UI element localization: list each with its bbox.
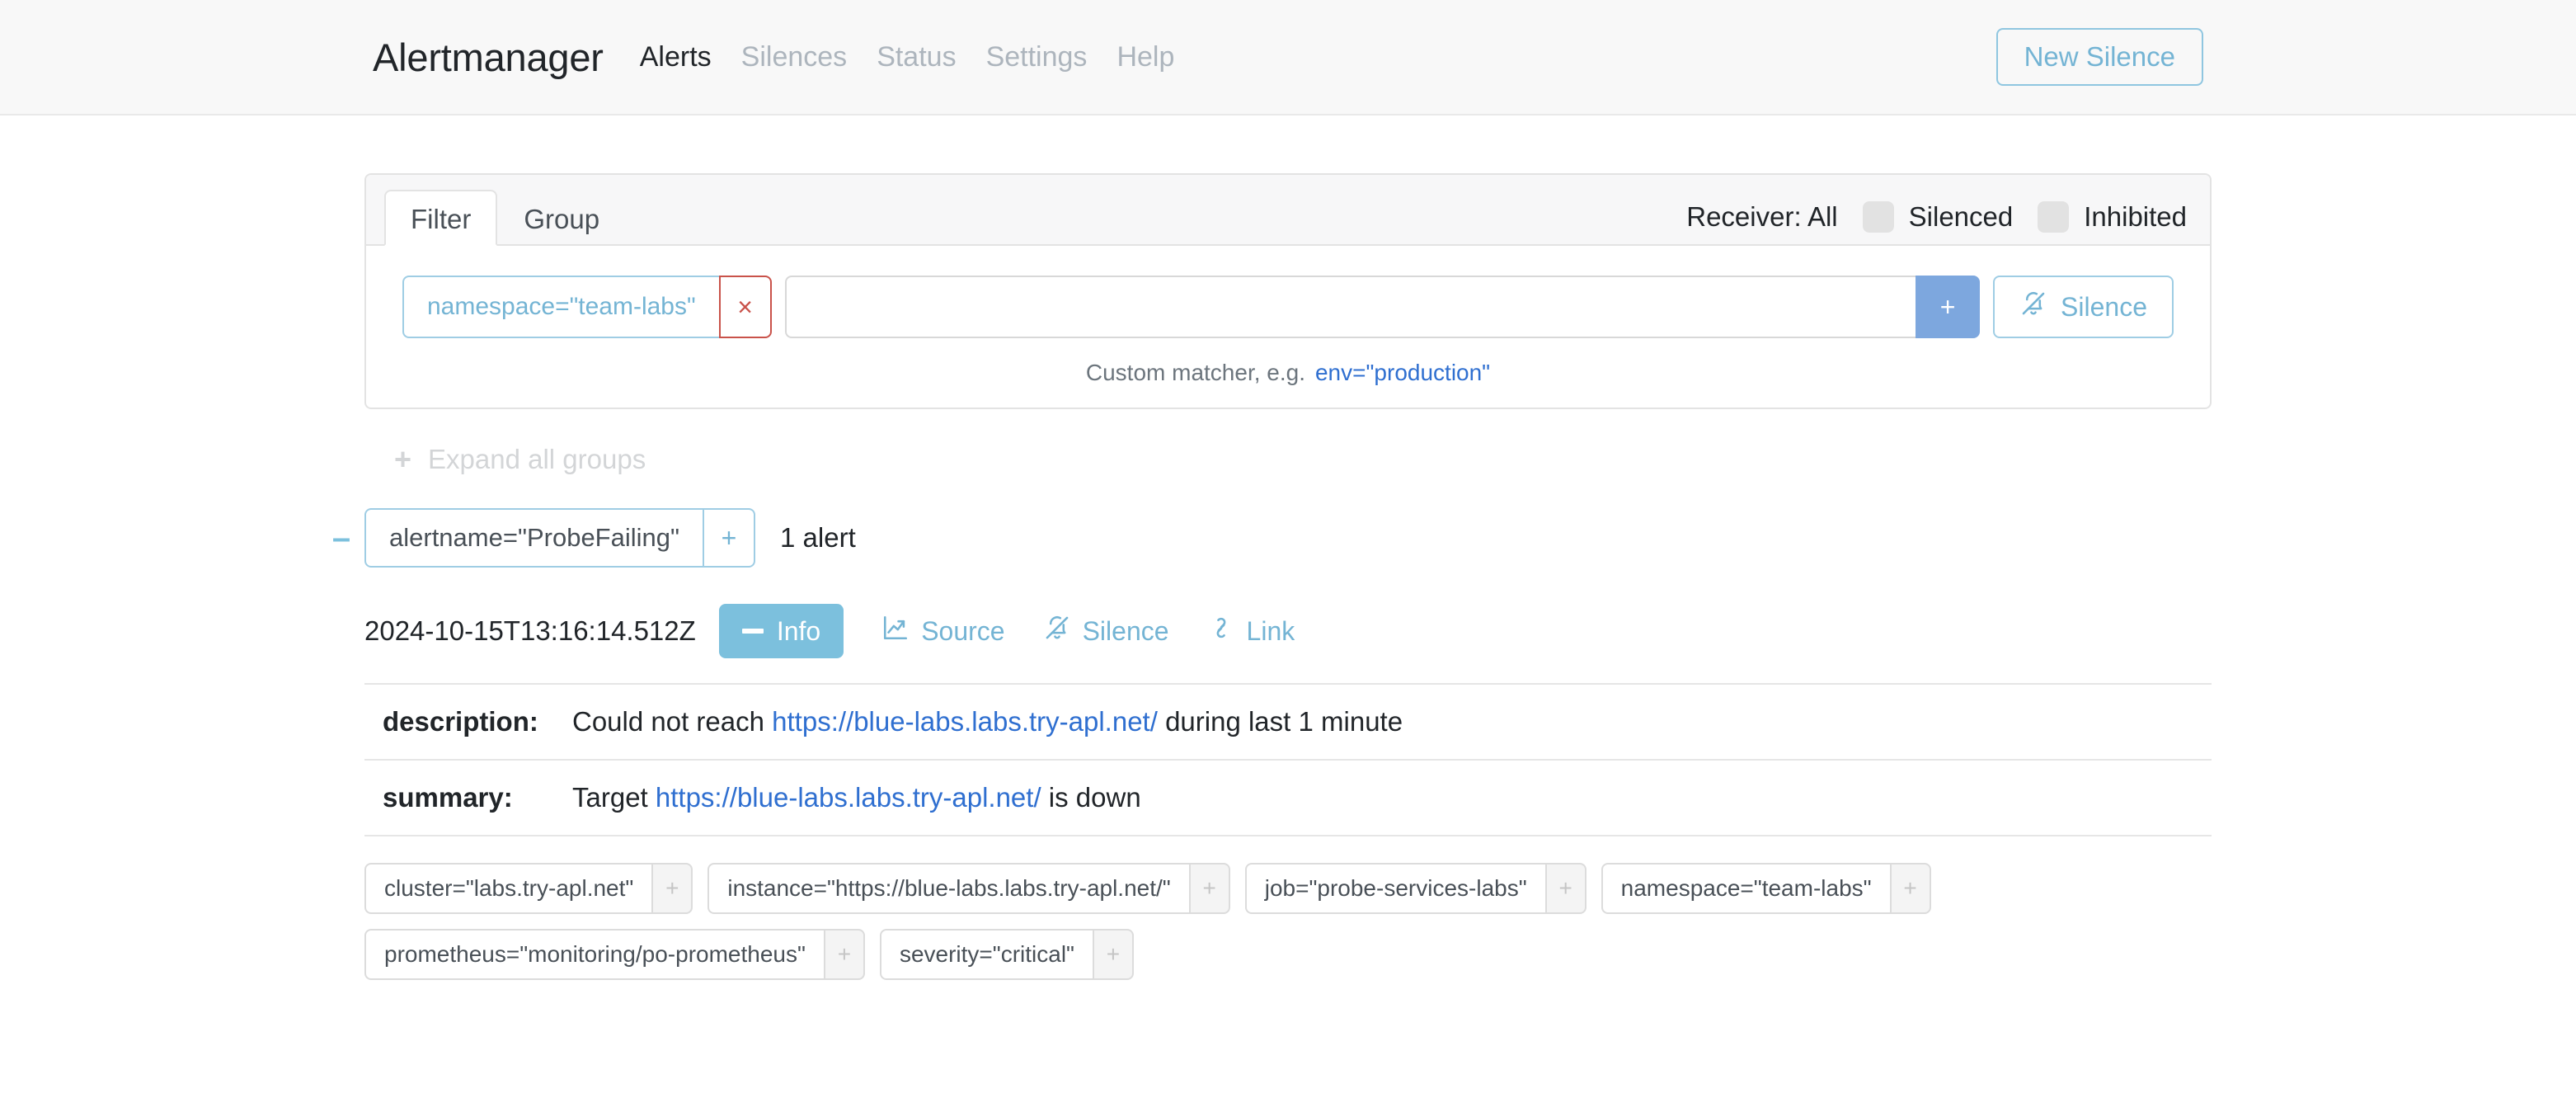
alert-info-button[interactable]: Info bbox=[718, 604, 844, 658]
group-matcher-chip: alertname="ProbeFailing" + bbox=[364, 508, 756, 568]
group-collapse-toggle[interactable]: – bbox=[318, 521, 364, 554]
alert-silence-label: Silence bbox=[1082, 615, 1169, 646]
expand-all-groups-button[interactable]: + Expand all groups bbox=[394, 444, 2212, 475]
alert-item: 2024-10-15T13:16:14.512Z Info Source Sil… bbox=[364, 604, 2212, 980]
alert-action-bar: 2024-10-15T13:16:14.512Z Info Source Sil… bbox=[364, 604, 2212, 658]
annotation-row: description: Could not reach https://blu… bbox=[364, 683, 2212, 759]
alert-silence-link[interactable]: Silence bbox=[1043, 614, 1169, 648]
minus-icon bbox=[741, 629, 764, 634]
matcher-input[interactable] bbox=[784, 276, 1916, 338]
page-container: Filter Group Receiver: All Silenced Inhi… bbox=[332, 115, 2212, 980]
nav-link-help[interactable]: Help bbox=[1116, 41, 1174, 73]
label-chip-add-button[interactable]: + bbox=[823, 929, 865, 980]
label-chip: namespace="team-labs" + bbox=[1601, 863, 1931, 914]
alert-labels: cluster="labs.try-apl.net" + instance="h… bbox=[364, 863, 2212, 980]
label-chip-text: job="probe-services-labs" bbox=[1244, 863, 1545, 914]
annotation-row: summary: Target https://blue-labs.labs.t… bbox=[364, 759, 2212, 836]
annotation-prefix: Could not reach bbox=[572, 706, 773, 737]
label-chip: job="probe-services-labs" + bbox=[1244, 863, 1586, 914]
alert-annotations: description: Could not reach https://blu… bbox=[364, 683, 2212, 836]
filter-card-body: namespace="team-labs" × + Silence Custom… bbox=[366, 246, 2210, 408]
tab-group[interactable]: Group bbox=[497, 190, 626, 246]
label-chip-add-button[interactable]: + bbox=[1092, 929, 1134, 980]
annotation-key: description: bbox=[383, 706, 538, 737]
tab-filter[interactable]: Filter bbox=[384, 190, 498, 246]
label-chip-add-button[interactable]: + bbox=[1544, 863, 1586, 914]
filter-tabs: Filter Group bbox=[384, 175, 626, 246]
silenced-toggle-group[interactable]: Silenced bbox=[1862, 201, 2014, 233]
group-alert-count: 1 alert bbox=[780, 522, 856, 553]
label-chip: cluster="labs.try-apl.net" + bbox=[364, 863, 693, 914]
label-chip: instance="https://blue-labs.labs.try-apl… bbox=[707, 863, 1230, 914]
annotation-prefix: Target bbox=[572, 782, 656, 813]
group-matcher-add-button[interactable]: + bbox=[704, 508, 756, 568]
annotation-value: Could not reach https://blue-labs.labs.t… bbox=[562, 706, 1403, 737]
nav-link-status[interactable]: Status bbox=[877, 41, 956, 73]
nav-link-silences[interactable]: Silences bbox=[741, 41, 848, 73]
expand-all-groups-label: Expand all groups bbox=[428, 444, 646, 474]
filter-silence-button[interactable]: Silence bbox=[1993, 276, 2174, 338]
filter-silence-label: Silence bbox=[2061, 291, 2147, 322]
label-chip-text: namespace="team-labs" bbox=[1601, 863, 1890, 914]
alert-timestamp: 2024-10-15T13:16:14.512Z bbox=[364, 615, 696, 646]
group-matcher-text: alertname="ProbeFailing" bbox=[364, 508, 705, 568]
alert-group-header: – alertname="ProbeFailing" + 1 alert bbox=[318, 508, 2212, 568]
matcher-help-text: Custom matcher, e.g. env="production" bbox=[402, 360, 2174, 386]
bell-slash-icon bbox=[2019, 290, 2047, 324]
filter-card: Filter Group Receiver: All Silenced Inhi… bbox=[364, 173, 2212, 409]
annotation-url-link[interactable]: https://blue-labs.labs.try-apl.net/ bbox=[772, 706, 1158, 737]
label-chip-add-button[interactable]: + bbox=[1188, 863, 1230, 914]
alert-source-link[interactable]: Source bbox=[881, 614, 1005, 648]
nav-link-settings[interactable]: Settings bbox=[986, 41, 1088, 73]
chart-icon bbox=[881, 614, 910, 648]
add-matcher-button[interactable]: + bbox=[1916, 276, 1981, 338]
annotation-key: summary: bbox=[383, 782, 513, 813]
alert-source-label: Source bbox=[921, 615, 1005, 646]
label-chip: severity="critical" + bbox=[879, 929, 1134, 980]
new-silence-button[interactable]: New Silence bbox=[1995, 28, 2203, 86]
label-chip-text: instance="https://blue-labs.labs.try-apl… bbox=[707, 863, 1189, 914]
label-chip-text: prometheus="monitoring/po-prometheus" bbox=[364, 929, 824, 980]
label-chip-text: severity="critical" bbox=[879, 929, 1093, 980]
alert-link-link[interactable]: Link bbox=[1207, 614, 1295, 648]
label-chip: prometheus="monitoring/po-prometheus" + bbox=[364, 929, 865, 980]
remove-matcher-button[interactable]: × bbox=[718, 276, 772, 338]
annotation-suffix: is down bbox=[1041, 782, 1141, 813]
top-navbar: Alertmanager Alerts Silences Status Sett… bbox=[0, 0, 2576, 115]
alert-link-label: Link bbox=[1246, 615, 1295, 646]
chain-link-icon bbox=[1207, 614, 1235, 648]
active-matcher-chip: namespace="team-labs" × bbox=[402, 276, 772, 338]
receiver-label[interactable]: Receiver: All bbox=[1686, 201, 1837, 233]
label-chip-text: cluster="labs.try-apl.net" bbox=[364, 863, 652, 914]
matcher-help-example-link[interactable]: env="production" bbox=[1315, 360, 1490, 385]
inhibited-toggle-label: Inhibited bbox=[2084, 201, 2187, 232]
matcher-row: namespace="team-labs" × + Silence bbox=[402, 276, 2174, 338]
annotation-suffix: during last 1 minute bbox=[1157, 706, 1403, 737]
bell-slash-icon bbox=[1043, 614, 1071, 648]
primary-nav: Alerts Silences Status Settings Help bbox=[640, 41, 1175, 73]
annotation-value: Target https://blue-labs.labs.try-apl.ne… bbox=[562, 782, 1141, 813]
app-brand[interactable]: Alertmanager bbox=[373, 35, 604, 80]
label-chip-add-button[interactable]: + bbox=[651, 863, 693, 914]
alert-info-label: Info bbox=[776, 615, 821, 646]
inhibited-toggle[interactable] bbox=[2038, 201, 2070, 233]
label-chip-add-button[interactable]: + bbox=[1889, 863, 1931, 914]
matcher-input-group: + bbox=[784, 276, 1981, 338]
matcher-help-prefix: Custom matcher, e.g. bbox=[1085, 360, 1305, 385]
filter-card-header: Filter Group Receiver: All Silenced Inhi… bbox=[366, 175, 2210, 246]
silenced-toggle-label: Silenced bbox=[1908, 201, 2014, 232]
silenced-toggle[interactable] bbox=[1862, 201, 1894, 233]
nav-link-alerts[interactable]: Alerts bbox=[640, 41, 712, 73]
plus-icon: + bbox=[394, 442, 412, 476]
inhibited-toggle-group[interactable]: Inhibited bbox=[2038, 201, 2187, 233]
active-matcher-text: namespace="team-labs" bbox=[402, 276, 719, 338]
annotation-url-link[interactable]: https://blue-labs.labs.try-apl.net/ bbox=[656, 782, 1041, 813]
filter-header-controls: Receiver: All Silenced Inhibited bbox=[1686, 201, 2187, 244]
